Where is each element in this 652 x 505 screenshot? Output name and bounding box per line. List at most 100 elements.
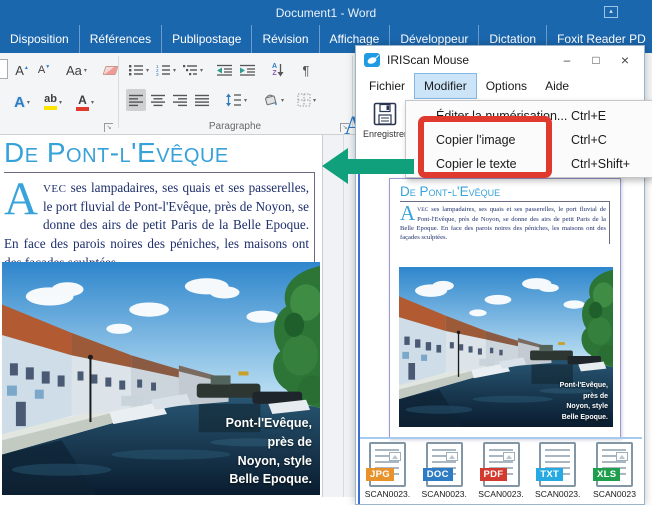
decrease-indent-icon — [217, 64, 233, 76]
arrow-body — [347, 159, 414, 174]
align-right-icon — [173, 94, 187, 106]
preview-heading: De Pont-l'Evêque — [400, 184, 501, 199]
maximize-button[interactable]: □ — [585, 53, 607, 67]
highlight-color-bar — [44, 106, 57, 110]
iriscan-mouse-icon — [364, 52, 380, 67]
increase-indent-button[interactable] — [237, 59, 258, 81]
red-highlight-box — [418, 116, 552, 178]
justify-button[interactable] — [192, 89, 212, 111]
shortcut-copy-text: Ctrl+Shift+ — [571, 157, 631, 171]
save-button[interactable]: Enregistrer — [361, 101, 409, 139]
bullet-list-icon — [129, 65, 143, 76]
shortcut-edit-scan: Ctrl+E — [571, 109, 607, 123]
tab-disposition[interactable]: Disposition — [0, 25, 80, 53]
floppy-disk-icon — [373, 102, 397, 126]
preview-canal-photo: Pont-l'Evêque, près de Noyon, style Bell… — [399, 267, 613, 427]
photo-caption: Pont-l'Evêque, près de Noyon, style Bell… — [225, 416, 312, 487]
line-spacing-icon — [226, 93, 241, 107]
eraser-icon — [102, 65, 119, 75]
shortcut-copy-image: Ctrl+C — [571, 133, 607, 147]
tab-publipostage[interactable]: Publipostage — [162, 25, 253, 53]
show-paragraph-marks-button[interactable]: ¶ — [296, 59, 316, 81]
save-label: Enregistrer — [362, 129, 407, 139]
preview-paragraph-frame: A VEC ses lampadaires, ses quais et ses p… — [400, 201, 610, 245]
format-jpg[interactable]: JPG SCAN0023. — [360, 442, 415, 499]
document-paragraph-frame: A VEC ses lampadaires, ses quais et ses p… — [4, 172, 315, 277]
multilevel-list-button[interactable] — [180, 59, 205, 81]
menu-aide[interactable]: Aide — [536, 73, 578, 99]
scan-preview-page[interactable]: De Pont-l'Evêque A VEC ses lampadaires, s… — [389, 178, 621, 439]
menu-options[interactable]: Options — [477, 73, 536, 99]
font-color-button[interactable]: A — [74, 91, 96, 113]
iriscan-title: IRIScan Mouse — [387, 52, 470, 67]
preview-photo-caption: Pont-l'Evêque, près de Noyon, style Bell… — [559, 382, 608, 421]
pdf-file-label: SCAN0023. — [478, 489, 524, 499]
font-dialog-launcher[interactable]: ↘ — [104, 123, 113, 132]
page-gap — [323, 135, 355, 497]
xls-file-icon: XLS — [593, 442, 633, 487]
document-heading: De Pont-l'Evêque — [4, 137, 229, 168]
text-effects-button[interactable]: A — [12, 91, 32, 113]
format-txt[interactable]: TXT SCAN0023. — [530, 442, 585, 499]
minimize-button[interactable]: – — [556, 53, 578, 67]
format-doc[interactable]: DOC SCAN0023. — [417, 442, 472, 499]
image-thumb-icon — [616, 452, 628, 461]
multilevel-list-icon — [183, 65, 198, 76]
format-pdf[interactable]: PDF SCAN0023. — [474, 442, 529, 499]
preview-paragraph: A VEC ses lampadaires, ses quais et ses p… — [400, 201, 606, 242]
ribbon-display-options-icon[interactable]: ▴ — [604, 6, 618, 18]
drop-cap: A — [4, 173, 38, 225]
borders-button[interactable] — [295, 89, 318, 111]
arrow-head — [322, 148, 348, 184]
pdf-file-icon: PDF — [479, 442, 520, 487]
sort-arrow-icon — [277, 64, 284, 77]
jpg-file-label: SCAN0023. — [364, 489, 411, 499]
numbered-list-button[interactable]: 123 — [153, 59, 178, 81]
xls-file-label: SCAN0023 — [593, 489, 636, 499]
paragraph-group-label: Paragraphe — [208, 121, 262, 132]
formats-separator — [360, 437, 642, 439]
doc-file-icon: DOC — [422, 442, 463, 487]
tab-references[interactable]: Références — [80, 25, 163, 53]
menu-fichier[interactable]: Fichier — [360, 73, 414, 99]
grow-font-button[interactable]: A — [12, 59, 32, 81]
line-spacing-button[interactable] — [223, 89, 249, 111]
align-left-button[interactable] — [126, 89, 146, 111]
image-thumb-icon — [445, 452, 458, 461]
shrink-font-button[interactable]: A — [34, 59, 54, 81]
page-edge-line-2 — [343, 135, 344, 497]
canal-photo: Pont-l'Evêque, près de Noyon, style Bell… — [2, 262, 320, 495]
align-center-icon — [151, 94, 165, 106]
tab-revision[interactable]: Révision — [252, 25, 320, 53]
doc-file-label: SCAN0023. — [421, 489, 467, 499]
align-right-button[interactable] — [170, 89, 190, 111]
text-highlight-button[interactable]: ab — [42, 91, 64, 113]
change-case-button[interactable]: Aa — [64, 59, 89, 81]
paragraph-group-row2 — [126, 89, 318, 111]
word-title: Document1 - Word — [275, 5, 377, 20]
menu-modifier[interactable]: Modifier — [414, 73, 477, 99]
iriscan-titlebar[interactable]: IRIScan Mouse – □ × — [356, 46, 644, 73]
align-center-button[interactable] — [148, 89, 168, 111]
txt-file-label: SCAN0023. — [535, 489, 581, 499]
export-formats-row: JPG SCAN0023. DOC SCAN0023. PDF SCAN0023… — [358, 442, 644, 499]
sort-button[interactable]: AZ — [268, 59, 288, 81]
shading-button[interactable] — [260, 89, 286, 111]
close-button[interactable]: × — [614, 52, 636, 68]
document-paragraph: A VEC ses lampadaires, ses quais et ses p… — [4, 173, 310, 270]
justify-icon — [195, 94, 209, 106]
svg-text:3: 3 — [156, 72, 159, 76]
bullet-list-button[interactable] — [126, 59, 151, 81]
group-divider — [118, 56, 119, 128]
jpg-file-icon: JPG — [366, 442, 406, 487]
green-arrow-annotation — [322, 148, 414, 185]
font-size-box-fragment — [0, 59, 8, 79]
numbered-list-icon: 123 — [156, 64, 171, 76]
paint-bucket-icon — [265, 94, 277, 106]
decrease-indent-button[interactable] — [214, 59, 235, 81]
format-xls[interactable]: XLS SCAN0023 — [587, 442, 642, 499]
borders-icon — [297, 93, 311, 107]
page-edge-line — [322, 135, 323, 497]
word-titlebar: Document1 - Word ▴ — [0, 0, 652, 25]
font-color-bar — [76, 106, 90, 111]
